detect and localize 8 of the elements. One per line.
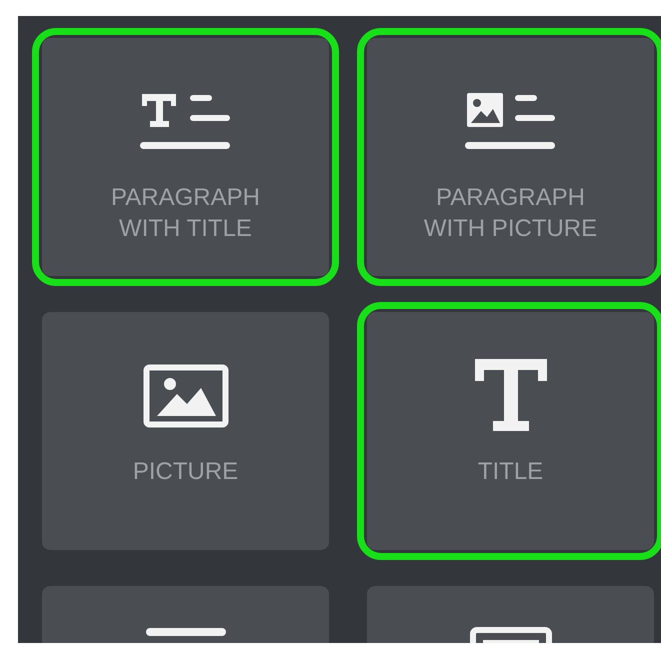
tile-label: PARAGRAPH WITH TITLE [110, 183, 261, 244]
tile-label: PARAGRAPH WITH PICTURE [422, 183, 598, 244]
block-tile[interactable]: TITLE [357, 302, 661, 560]
block-tile[interactable]: PARAGRAPH WITH TITLE [32, 28, 339, 286]
tile-label: PICTURE [132, 457, 238, 487]
image-icon [142, 364, 228, 428]
tile-label: TITLE [478, 457, 544, 487]
block-tile[interactable]: PARAGRAPH WITH PICTURE [357, 28, 661, 286]
